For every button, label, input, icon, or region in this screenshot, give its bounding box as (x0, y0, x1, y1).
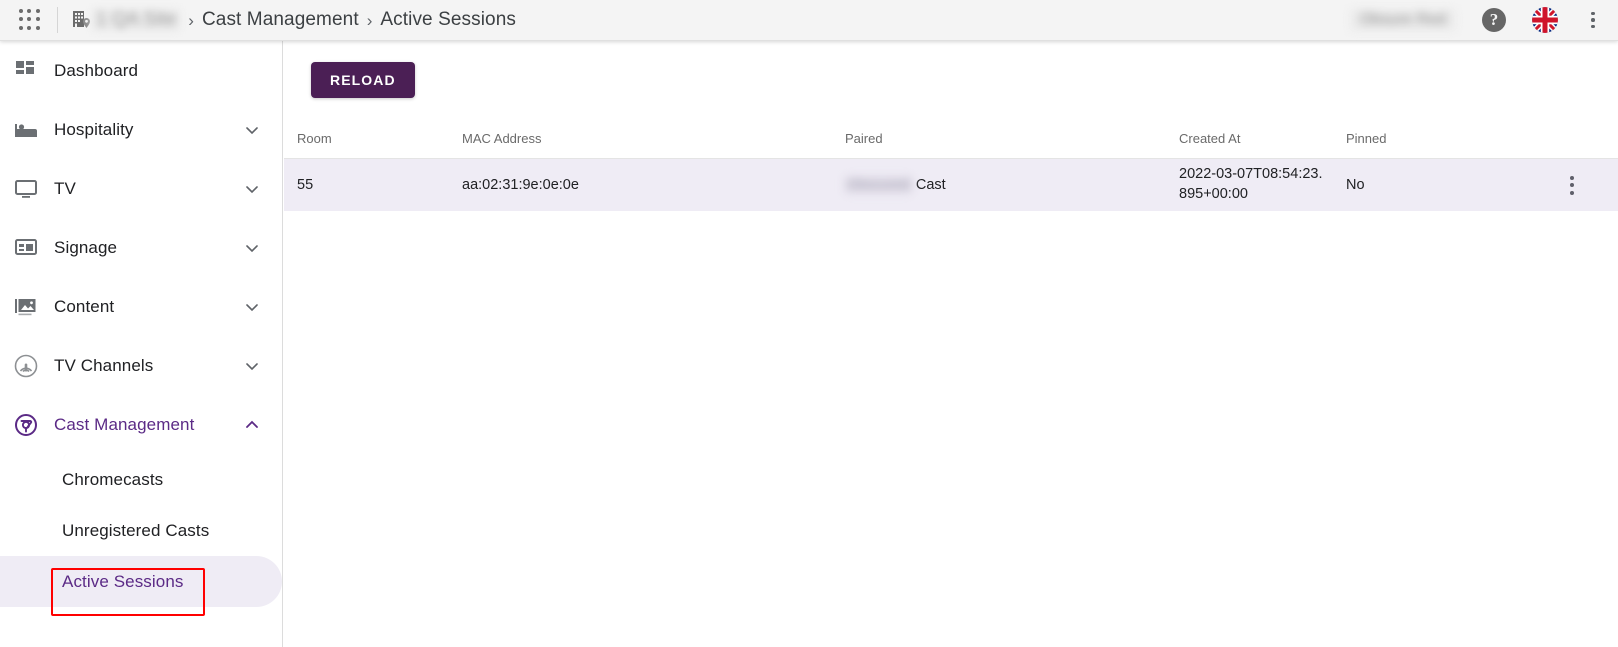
cell-actions (1528, 175, 1616, 195)
television-icon (10, 175, 42, 203)
paired-suffix: Cast (915, 177, 946, 193)
sidebar-subitem-chromecasts[interactable]: Chromecasts (0, 454, 282, 505)
chevron-down-icon[interactable] (244, 240, 260, 256)
sidebar-subitem-unregistered-casts[interactable]: Unregistered Casts (0, 505, 282, 556)
table-row[interactable]: 55 aa:02:31:9e:0e:0e Obscured Cast 2022-… (284, 159, 1618, 211)
sidebar-item-label: Signage (54, 237, 118, 257)
bed-icon (10, 116, 42, 144)
building-location-icon (72, 9, 92, 31)
topbar-overflow-menu-icon[interactable] (1582, 7, 1604, 33)
active-sessions-table: Room MAC Address Paired Created At Pinne… (284, 119, 1618, 211)
user-name-label[interactable]: Obsure Red (1349, 9, 1456, 31)
sidebar-item-label: Content (54, 296, 115, 316)
toolbar-divider (57, 7, 58, 33)
main-content: RELOAD Room MAC Address Paired Created A… (284, 41, 1618, 647)
top-bar: 1 QA Site › Cast Management › Active Ses… (0, 0, 1618, 41)
reload-button[interactable]: RELOAD (311, 62, 415, 98)
breadcrumb-site-name[interactable]: 1 QA Site (92, 9, 181, 31)
cell-created-at: 2022-03-07T08:54:23.895+00:00 (1171, 165, 1338, 204)
column-header-room: Room (297, 131, 332, 146)
app-root: 1 QA Site › Cast Management › Active Ses… (0, 0, 1618, 647)
uk-flag-icon[interactable] (1532, 7, 1558, 33)
image-icon (10, 293, 42, 321)
sidebar-item-label: Dashboard (54, 60, 139, 80)
chevron-down-icon[interactable] (244, 299, 260, 315)
chevron-down-icon[interactable] (244, 181, 260, 197)
cell-mac-address: aa:02:31:9e:0e:0e (462, 177, 579, 193)
sidebar-subitem-active-sessions[interactable]: Active Sessions (0, 556, 282, 607)
sidebar-item-label: Hospitality (54, 119, 134, 139)
column-header-created-at: Created At (1179, 131, 1241, 146)
cell-room: 55 (297, 177, 314, 193)
sidebar-subitem-label: Unregistered Casts (62, 520, 210, 540)
sidebar-item-tv-channels[interactable]: TV Channels (0, 336, 282, 395)
sidebar-item-tv[interactable]: TV (0, 159, 282, 218)
apps-grid-icon[interactable] (19, 9, 41, 31)
breadcrumb-item-cast-management[interactable]: Cast Management (202, 9, 359, 31)
sidebar-item-label: TV (54, 178, 76, 198)
broadcast-icon (10, 352, 42, 380)
dashboard-icon (10, 57, 42, 85)
topbar-right-group: Obsure Red ? (1349, 7, 1618, 33)
chevron-up-icon[interactable] (244, 417, 260, 433)
paired-blurred-name: Obscured (845, 177, 912, 193)
column-header-pinned: Pinned (1346, 131, 1387, 146)
breadcrumb: 1 QA Site › Cast Management › Active Ses… (72, 9, 516, 31)
sidebar-item-cast-management[interactable]: Cast Management (0, 395, 282, 454)
sidebar-item-content[interactable]: Content (0, 277, 282, 336)
cell-paired: Obscured Cast (837, 177, 1171, 193)
cell-pinned: No (1346, 177, 1365, 193)
column-header-paired: Paired (845, 131, 883, 146)
sidebar-item-label: TV Channels (54, 355, 154, 375)
sidebar-subitem-label: Active Sessions (62, 571, 184, 591)
column-header-mac-address: MAC Address (462, 131, 542, 146)
chromecast-icon (10, 411, 42, 439)
table-header-row: Room MAC Address Paired Created At Pinne… (284, 119, 1618, 159)
signage-icon (10, 234, 42, 262)
row-overflow-menu-icon[interactable] (1570, 175, 1574, 195)
created-at-value: 2022-03-07T08:54:23.895+00:00 (1179, 166, 1323, 202)
sidebar-subitem-label: Chromecasts (62, 469, 164, 489)
sidebar-item-hospitality[interactable]: Hospitality (0, 100, 282, 159)
breadcrumb-separator: › (188, 10, 194, 30)
breadcrumb-item-active-sessions[interactable]: Active Sessions (380, 9, 516, 31)
chevron-down-icon[interactable] (244, 358, 260, 374)
chevron-down-icon[interactable] (244, 122, 260, 138)
sidebar: Dashboard Hospitality TV Signage Content… (0, 41, 283, 647)
sidebar-item-dashboard[interactable]: Dashboard (0, 41, 282, 100)
breadcrumb-separator: › (366, 10, 373, 30)
sidebar-item-label: Cast Management (54, 414, 195, 434)
sidebar-item-signage[interactable]: Signage (0, 218, 282, 277)
help-icon[interactable]: ? (1482, 8, 1506, 32)
